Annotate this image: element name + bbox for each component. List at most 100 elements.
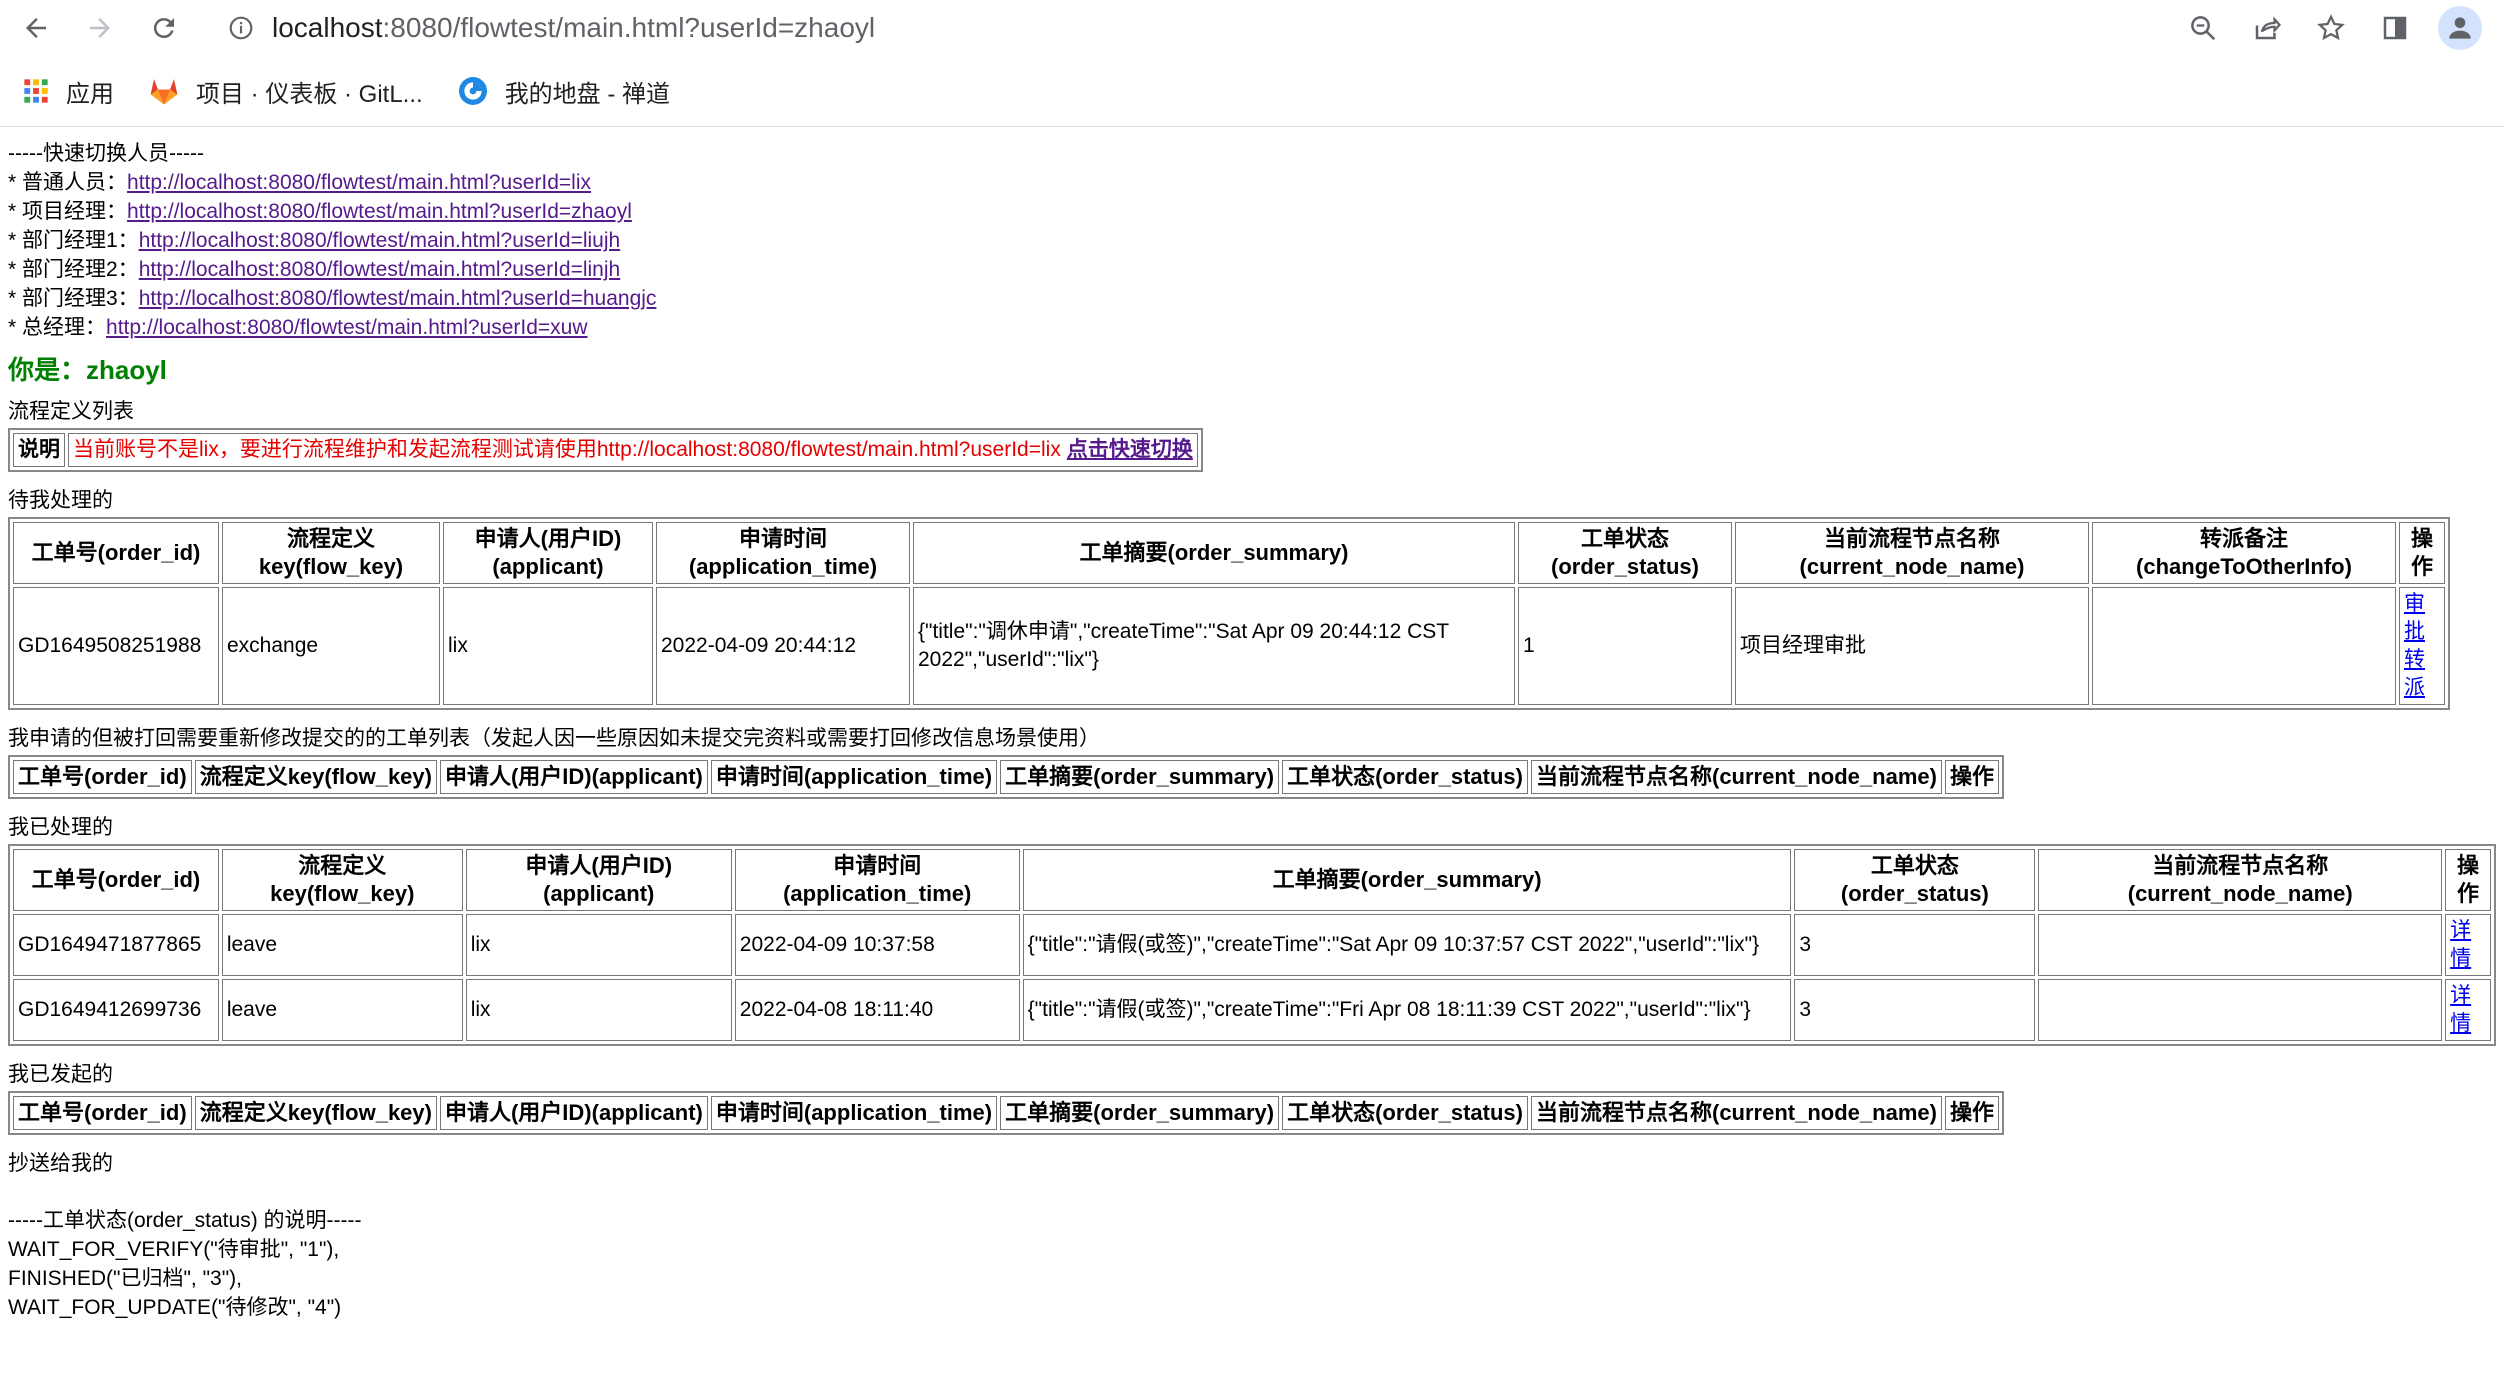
cell-time: 2022-04-09 10:37:58 [734, 914, 1020, 976]
cell-applicant: lix [443, 587, 653, 705]
switch-link-linjh[interactable]: http://localhost:8080/flowtest/main.html… [139, 258, 621, 281]
todo-title: 待我处理的 [8, 489, 113, 512]
cell-time: 2022-04-09 20:44:12 [656, 587, 910, 705]
cell-flow-key: leave [221, 979, 463, 1041]
person-icon [2449, 17, 2471, 39]
switch-link-xuw[interactable]: http://localhost:8080/flowtest/main.html… [106, 316, 588, 339]
cell-status: 3 [1794, 914, 2036, 976]
switch-item: * 部门经理2：http://localhost:8080/flowtest/m… [8, 258, 621, 281]
switch-item: * 项目经理：http://localhost:8080/flowtest/ma… [8, 200, 632, 223]
switch-item: * 部门经理3：http://localhost:8080/flowtest/m… [8, 287, 657, 310]
col-header: 流程定义key(flow_key) [194, 1096, 437, 1130]
col-header: 流程定义key(flow_key) [222, 522, 440, 584]
switch-link-zhaoyl[interactable]: http://localhost:8080/flowtest/main.html… [127, 200, 632, 223]
reassign-link[interactable]: 转派 [2404, 648, 2425, 699]
back-arrow-icon [26, 18, 46, 38]
started-table: 工单号(order_id) 流程定义key(flow_key) 申请人(用户ID… [8, 1091, 2004, 1135]
switch-link-liujh[interactable]: http://localhost:8080/flowtest/main.html… [139, 229, 621, 252]
back-button[interactable] [16, 8, 56, 48]
col-header: 工单摘要(order_summary) [1000, 1096, 1280, 1130]
col-header: 申请时间(application_time) [710, 1096, 998, 1130]
table-row: GD1649412699736 leave lix 2022-04-08 18:… [13, 979, 2491, 1041]
bookmark-gitlab[interactable]: 项目 · 仪表板 · GitL... [148, 74, 423, 109]
detail-link[interactable]: 详情 [2450, 919, 2471, 970]
col-header: 当前流程节点名称(current_node_name) [1531, 1096, 1942, 1130]
forward-button[interactable] [80, 8, 120, 48]
side-panel-icon [2383, 16, 2407, 40]
side-panel-button[interactable] [2374, 7, 2416, 49]
done-table: 工单号(order_id) 流程定义key(flow_key) 申请人(用户ID… [8, 844, 2496, 1046]
done-title: 我已处理的 [8, 816, 113, 839]
cell-summary: {"title":"调休申请","createTime":"Sat Apr 09… [913, 587, 1515, 705]
address-field[interactable]: localhost:8080/flowtest/main.html?userId… [228, 12, 875, 44]
col-header: 工单状态(order_status) [1794, 849, 2036, 911]
bookmark-zentao[interactable]: 我的地盘 - 禅道 [457, 74, 670, 109]
col-header: 工单号(order_id) [13, 1096, 192, 1130]
col-header: 当前流程节点名称(current_node_name) [1735, 522, 2089, 584]
current-user-heading: 你是：zhaoyl [8, 355, 167, 385]
url-host: localhost [272, 12, 383, 43]
col-header: 申请时间(application_time) [656, 522, 910, 584]
switch-header: -----快速切换人员----- [8, 142, 204, 165]
rejected-table: 工单号(order_id) 流程定义key(flow_key) 申请人(用户ID… [8, 755, 2004, 799]
switch-item: * 普通人员：http://localhost:8080/flowtest/ma… [8, 171, 592, 194]
cell-remark [2092, 587, 2396, 705]
col-header: 工单号(order_id) [13, 522, 219, 584]
cell-node [2038, 979, 2443, 1041]
share-icon [2255, 16, 2282, 40]
col-header: 工单摘要(order_summary) [1022, 849, 1792, 911]
cell-applicant: lix [465, 979, 732, 1041]
switch-link-huangjc[interactable]: http://localhost:8080/flowtest/main.html… [139, 287, 657, 310]
cell-operation: 审批 转派 [2399, 587, 2445, 705]
col-header: 操作 [1944, 760, 1999, 794]
status-note-line: WAIT_FOR_UPDATE("待修改", "4") [8, 1296, 342, 1319]
page-content: -----快速切换人员----- * 普通人员：http://localhost… [0, 127, 2504, 1322]
started-title: 我已发起的 [8, 1063, 113, 1086]
col-header: 工单状态(order_status) [1282, 1096, 1528, 1130]
cell-time: 2022-04-08 18:11:40 [734, 979, 1020, 1041]
note-label: 说明 [13, 433, 65, 467]
approve-link[interactable]: 审批 [2404, 592, 2425, 643]
bookmark-star-button[interactable] [2310, 7, 2352, 49]
col-header: 操作 [2445, 849, 2491, 911]
zoom-button[interactable] [2182, 7, 2224, 49]
col-header: 申请时间(application_time) [734, 849, 1020, 911]
info-icon[interactable] [228, 15, 254, 41]
col-header: 工单摘要(order_summary) [1000, 760, 1280, 794]
col-header: 申请人(用户ID)(applicant) [443, 522, 653, 584]
col-header: 流程定义key(flow_key) [221, 849, 463, 911]
cell-summary: {"title":"请假(或签)","createTime":"Fri Apr … [1022, 979, 1792, 1041]
switch-link-lix[interactable]: http://localhost:8080/flowtest/main.html… [127, 171, 591, 194]
bookmark-label: 我的地盘 - 禅道 [504, 80, 671, 108]
table-row: GD1649471877865 leave lix 2022-04-09 10:… [13, 914, 2491, 976]
url-path: :8080/flowtest/main.html?userId=zhaoyl [382, 12, 876, 43]
col-header: 申请人(用户ID)(applicant) [439, 760, 708, 794]
magnifier-icon [2191, 16, 2216, 41]
col-header: 工单状态(order_status) [1518, 522, 1732, 584]
col-header: 工单摘要(order_summary) [913, 522, 1515, 584]
cc-title: 抄送给我的 [8, 1152, 113, 1175]
reload-button[interactable] [144, 8, 184, 48]
col-header: 转派备注(changeToOtherInfo) [2092, 522, 2396, 584]
col-header: 申请人(用户ID)(applicant) [465, 849, 732, 911]
bookmark-apps[interactable]: 应用 [22, 74, 114, 109]
cell-operation: 详情 [2445, 979, 2491, 1041]
table-row: GD1649508251988 exchange lix 2022-04-09 … [13, 587, 2445, 705]
col-header: 申请人(用户ID)(applicant) [439, 1096, 708, 1130]
col-header: 操作 [1944, 1096, 1999, 1130]
note-cell: 当前账号不是lix，要进行流程维护和发起流程测试请使用http://localh… [68, 433, 1198, 467]
switch-item: * 部门经理1：http://localhost:8080/flowtest/m… [8, 229, 621, 252]
quick-switch-link[interactable]: 点击快速切换 [1067, 438, 1193, 461]
col-header: 操作 [2399, 522, 2445, 584]
cell-order-id: GD1649471877865 [13, 914, 219, 976]
rejected-title: 我申请的但被打回需要重新修改提交的的工单列表（发起人因一些原因如未提交完资料或需… [8, 727, 1100, 750]
detail-link[interactable]: 详情 [2450, 984, 2471, 1035]
flowdef-title: 流程定义列表 [8, 400, 134, 423]
flowdef-note-table: 说明 当前账号不是lix，要进行流程维护和发起流程测试请使用http://loc… [8, 428, 1203, 472]
profile-button[interactable] [2438, 6, 2482, 50]
cell-summary: {"title":"请假(或签)","createTime":"Sat Apr … [1022, 914, 1792, 976]
share-button[interactable] [2246, 7, 2288, 49]
status-note-header: -----工单状态(order_status) 的说明----- [8, 1209, 362, 1232]
cell-node: 项目经理审批 [1735, 587, 2089, 705]
